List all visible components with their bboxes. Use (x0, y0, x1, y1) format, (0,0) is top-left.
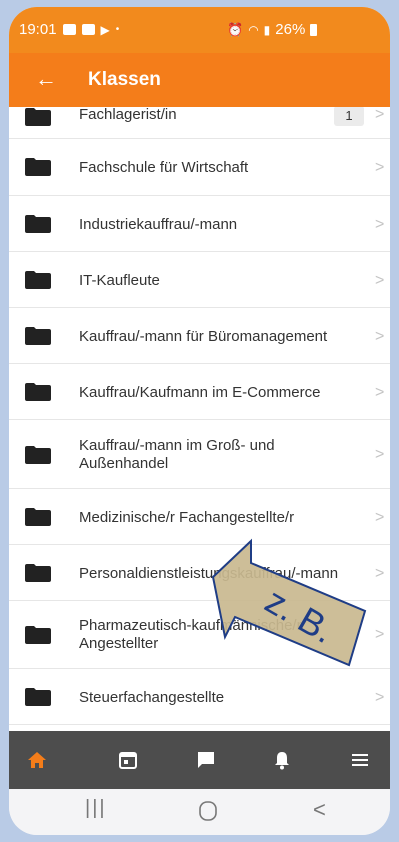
list-item-label: Kauffrau/-mann für Büromanagement (79, 328, 328, 345)
folder-icon (25, 271, 51, 289)
home-icon[interactable] (26, 749, 48, 771)
calendar-notification-icon (81, 24, 95, 35)
battery-percent: 26% (275, 21, 306, 38)
back-arrow-icon[interactable]: ← (35, 67, 57, 91)
list-item[interactable]: Kauffrau/-mann im Groß- und Außenhandel … (9, 420, 390, 489)
back-button-icon[interactable]: < (313, 797, 326, 823)
clock: 19:01 (19, 21, 57, 38)
home-button-icon[interactable] (198, 800, 218, 822)
folder-icon (25, 327, 51, 345)
bell-icon[interactable] (271, 749, 293, 771)
list-item-label: Industriekauffrau/-mann (79, 216, 238, 233)
app-bar: ← Klassen (9, 53, 390, 107)
chevron-right-icon: > (375, 272, 385, 289)
list-item-label: Medizinische/r Fachangestellte/r (79, 509, 295, 526)
folder-icon (25, 626, 51, 644)
chevron-right-icon: > (375, 328, 385, 345)
phone-screen: 19:01 ▶ • ⏰ ◠ ▮ 26% ← Klassen Fachlageri… (9, 7, 390, 835)
system-navigation-bar: ||| < (9, 789, 390, 835)
calendar-icon[interactable] (117, 749, 139, 771)
list-item[interactable]: Industriekauffrau/-mann > (9, 196, 390, 252)
chevron-right-icon: > (375, 446, 385, 463)
chevron-right-icon: > (375, 107, 385, 123)
battery-icon (310, 23, 318, 36)
bottom-navigation (9, 731, 390, 789)
chevron-right-icon: > (375, 565, 385, 582)
list-item[interactable]: IT-Kaufleute > (9, 252, 390, 308)
count-badge: 1 (334, 107, 364, 126)
folder-icon (25, 108, 51, 126)
folder-icon (25, 446, 51, 464)
list-item-label: Pharmazeutisch-kaufmännische/r Angestell… (79, 617, 302, 652)
chevron-right-icon: > (375, 626, 385, 643)
dot-icon: • (115, 24, 120, 35)
page-title: Klassen (88, 69, 161, 90)
chevron-right-icon: > (375, 509, 385, 526)
gallery-icon (62, 24, 76, 35)
folder-icon (25, 383, 51, 401)
list-item-label: Fachschule für Wirtschaft (79, 159, 249, 176)
folder-icon (25, 215, 51, 233)
list-item[interactable]: Personaldienstleistungskauffrau/-mann > (9, 545, 390, 601)
list-item-label: Kauffrau/Kaufmann im E-Commerce (79, 384, 321, 401)
wifi-icon: ◠ (248, 22, 259, 37)
recent-apps-icon[interactable]: ||| (85, 797, 107, 820)
folder-icon (25, 564, 51, 582)
menu-icon[interactable] (349, 749, 371, 771)
folder-icon (25, 158, 51, 176)
list-item[interactable]: Kauffrau/Kaufmann im E-Commerce > (9, 364, 390, 420)
status-bar: 19:01 ▶ • ⏰ ◠ ▮ 26% (9, 7, 390, 53)
chevron-right-icon: > (375, 384, 385, 401)
chevron-right-icon: > (375, 689, 385, 706)
list-item-label: Personaldienstleistungskauffrau/-mann (79, 565, 339, 582)
alarm-icon: ⏰ (227, 21, 244, 37)
class-list[interactable]: Fachlagerist/in 1 > Fachschule für Wirts… (9, 107, 390, 731)
chat-icon[interactable] (195, 749, 217, 771)
folder-icon (25, 688, 51, 706)
list-item-label: Fachlagerist/in (79, 107, 177, 123)
list-item[interactable]: Pharmazeutisch-kaufmännische/r Angestell… (9, 601, 390, 669)
folder-icon (25, 508, 51, 526)
list-item[interactable]: Kauffrau/-mann für Büromanagement > (9, 308, 390, 364)
chevron-right-icon: > (375, 159, 385, 176)
chevron-right-icon: > (375, 216, 385, 233)
media-icon: ▶ (100, 22, 110, 37)
list-item[interactable]: Fachschule für Wirtschaft > (9, 139, 390, 196)
list-item[interactable]: Steuerfachangestellte > (9, 669, 390, 725)
list-item[interactable]: Medizinische/r Fachangestellte/r > (9, 489, 390, 545)
list-item-label: Kauffrau/-mann im Groß- und Außenhandel (79, 437, 275, 472)
signal-icon: ▮ (263, 22, 271, 37)
list-item-label: IT-Kaufleute (79, 272, 160, 289)
list-item-label: Steuerfachangestellte (79, 689, 225, 706)
list-item[interactable]: Fachlagerist/in 1 > (9, 107, 390, 139)
